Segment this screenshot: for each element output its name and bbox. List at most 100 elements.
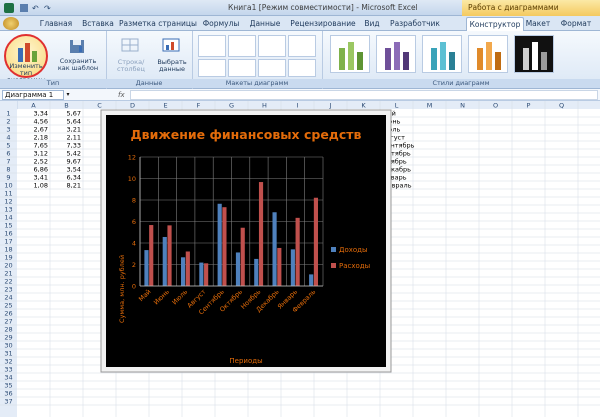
name-box[interactable]: Диаграмма 1 [2, 90, 64, 100]
cell-b2[interactable]: 5,64 [67, 118, 81, 126]
bar-Расходы-Декабрь[interactable] [277, 247, 282, 286]
redo-icon[interactable]: ↷ [44, 4, 51, 13]
cell-a9[interactable]: 3,41 [34, 174, 48, 182]
row-header-26[interactable]: 26 [4, 310, 12, 318]
layout-2-thumb[interactable] [228, 35, 256, 57]
bar-Доходы-Сентябрь[interactable] [217, 203, 222, 286]
column-header-C[interactable]: C [97, 102, 102, 110]
chart-style-teal[interactable] [422, 35, 462, 73]
cell-a3[interactable]: 2,67 [34, 126, 48, 134]
cell-b6[interactable]: 5,42 [67, 150, 81, 158]
cell-b8[interactable]: 3,54 [67, 166, 81, 174]
row-header-12[interactable]: 12 [4, 198, 12, 206]
row-header-8[interactable]: 8 [6, 166, 10, 174]
row-header-18[interactable]: 18 [4, 246, 12, 254]
legend-swatch-Расходы[interactable] [331, 263, 336, 268]
cell-a5[interactable]: 7,65 [34, 142, 48, 150]
row-header-10[interactable]: 10 [4, 182, 12, 190]
row-header-35[interactable]: 35 [4, 382, 12, 390]
name-box-dropdown-icon[interactable]: ▾ [64, 90, 72, 100]
excel-logo-icon[interactable] [4, 3, 14, 13]
row-header-15[interactable]: 15 [4, 222, 12, 230]
row-header-37[interactable]: 37 [4, 398, 12, 406]
bar-Доходы-Май[interactable] [144, 250, 149, 286]
layout-6-thumb[interactable] [228, 59, 256, 77]
cell-a8[interactable]: 6,86 [34, 166, 48, 174]
row-header-14[interactable]: 14 [4, 214, 12, 222]
tab-design[interactable]: Конструктор [466, 17, 524, 31]
chart-style-black[interactable] [514, 35, 554, 73]
column-header-M[interactable]: M [427, 102, 433, 110]
save-icon[interactable] [20, 4, 28, 12]
chart-style-purple[interactable] [376, 35, 416, 73]
row-header-29[interactable]: 29 [4, 334, 12, 342]
cell-b5[interactable]: 7,33 [67, 142, 81, 150]
layout-4-thumb[interactable] [288, 35, 316, 57]
row-header-34[interactable]: 34 [4, 374, 12, 382]
save-as-template-button[interactable]: Сохранить как шаблон [54, 34, 102, 78]
bar-Расходы-Ноябрь[interactable] [258, 182, 264, 286]
bar-Доходы-Июнь[interactable] [162, 236, 167, 286]
row-header-27[interactable]: 27 [4, 318, 12, 326]
column-header-J[interactable]: J [329, 102, 332, 110]
layout-1-thumb[interactable] [198, 35, 226, 57]
row-header-36[interactable]: 36 [4, 390, 12, 398]
change-chart-type-button[interactable]: Изменить тип диаграммы [4, 34, 48, 84]
column-header-G[interactable]: G [229, 102, 234, 110]
row-header-24[interactable]: 24 [4, 294, 12, 302]
chart-style-green[interactable] [330, 35, 370, 73]
legend-label-Доходы[interactable]: Доходы [339, 246, 368, 254]
bar-Доходы-Август[interactable] [199, 262, 204, 286]
chart-style-orange[interactable] [468, 35, 508, 73]
layout-8-thumb[interactable] [288, 59, 316, 77]
column-header-D[interactable]: D [130, 102, 135, 110]
row-header-33[interactable]: 33 [4, 366, 12, 374]
bar-Доходы-Ноябрь[interactable] [254, 258, 259, 286]
chart-object[interactable]: Движение финансовых средств 024681012Май… [100, 109, 392, 373]
row-header-30[interactable]: 30 [4, 342, 12, 350]
row-header-11[interactable]: 11 [4, 190, 12, 198]
chart-area[interactable] [106, 115, 386, 367]
bar-Доходы-Декабрь[interactable] [272, 212, 277, 286]
layout-5-thumb[interactable] [198, 59, 226, 77]
row-header-23[interactable]: 23 [4, 286, 12, 294]
cell-a10[interactable]: 1,08 [34, 182, 48, 190]
cell-b3[interactable]: 3,21 [67, 126, 81, 134]
switch-row-column-button[interactable]: Строка/столбец [110, 35, 152, 75]
row-header-21[interactable]: 21 [4, 270, 12, 278]
cell-b9[interactable]: 6,34 [67, 174, 81, 182]
row-header-1[interactable]: 1 [6, 110, 10, 118]
row-header-5[interactable]: 5 [6, 142, 10, 150]
column-header-B[interactable]: B [64, 102, 68, 110]
tab-page-layout[interactable]: Разметка страницы [118, 17, 198, 30]
tab-developer[interactable]: Разработчик [386, 17, 444, 30]
bar-Расходы-Январь[interactable] [295, 217, 300, 286]
row-header-16[interactable]: 16 [4, 230, 12, 238]
layout-3-thumb[interactable] [258, 35, 286, 57]
formula-input[interactable] [130, 90, 598, 100]
column-header-F[interactable]: F [197, 102, 201, 110]
legend-label-Расходы[interactable]: Расходы [339, 262, 370, 270]
tab-insert[interactable]: Вставка [78, 17, 118, 30]
tab-review[interactable]: Рецензирование [286, 17, 360, 30]
legend-swatch-Доходы[interactable] [331, 247, 336, 252]
bar-Доходы-Февраль[interactable] [309, 274, 314, 286]
cell-b7[interactable]: 9,67 [67, 158, 81, 166]
cell-a4[interactable]: 2,18 [34, 134, 48, 142]
row-header-32[interactable]: 32 [4, 358, 12, 366]
row-header-17[interactable]: 17 [4, 238, 12, 246]
select-data-button[interactable]: Выбрать данные [154, 35, 190, 75]
row-header-2[interactable]: 2 [6, 118, 10, 126]
column-header-O[interactable]: O [493, 102, 498, 110]
column-header-E[interactable]: E [163, 102, 167, 110]
tab-formulas[interactable]: Формулы [198, 17, 244, 30]
layout-7-thumb[interactable] [258, 59, 286, 77]
column-header-K[interactable]: K [361, 102, 366, 110]
cell-a2[interactable]: 4,56 [34, 118, 48, 126]
cell-b4[interactable]: 2,11 [67, 134, 81, 142]
bar-Расходы-Август[interactable] [204, 263, 209, 286]
bar-Расходы-Июнь[interactable] [167, 225, 172, 286]
tab-data[interactable]: Данные [244, 17, 286, 30]
row-header-22[interactable]: 22 [4, 278, 12, 286]
y-axis-title[interactable]: Сумма, млн. рублей [118, 255, 126, 323]
